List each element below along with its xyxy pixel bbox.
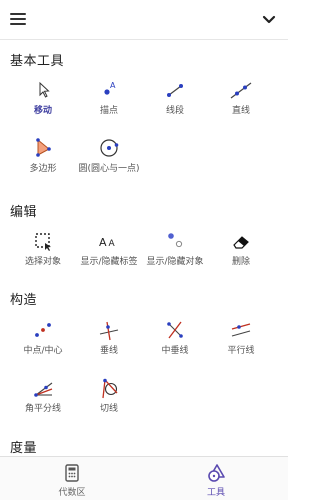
show-hide-label-icon: A A <box>99 236 116 249</box>
tab-label: 工具 <box>206 488 225 498</box>
tool-show-hide-label[interactable]: A A 显示/隐藏标签 <box>75 230 143 274</box>
show-hide-object-icon <box>168 233 183 248</box>
tool-select-objects[interactable]: 选择对象 <box>9 230 77 274</box>
chevron-down-icon[interactable] <box>260 11 278 29</box>
section-title-basic: 基本工具 <box>10 54 65 69</box>
tools-shapes-icon <box>208 464 225 482</box>
section-title-measure: 度量 <box>10 441 38 456</box>
bottom-tab-bar: 代数区 工具 <box>0 456 288 500</box>
perpendicular-bisector-icon <box>167 321 183 339</box>
tangent-icon <box>102 378 118 399</box>
tool-tangent[interactable]: 切线 <box>75 377 143 421</box>
tool-parallel[interactable]: 平行线 <box>207 319 275 363</box>
tool-label: 直线 <box>231 106 250 116</box>
svg-text:A: A <box>109 239 116 249</box>
tool-move[interactable]: 移动 <box>9 79 77 123</box>
polygon-icon <box>36 138 51 157</box>
tool-angle-bisector[interactable]: 角平分线 <box>9 377 77 421</box>
tool-label: 平行线 <box>227 346 255 356</box>
calculator-icon <box>65 464 79 482</box>
move-arrow-icon <box>39 81 50 98</box>
svg-text:A: A <box>99 236 107 249</box>
tool-perpendicular[interactable]: 垂线 <box>75 319 143 363</box>
tool-label: 删除 <box>231 257 250 267</box>
segment-icon <box>167 84 183 97</box>
svg-text:A: A <box>110 81 116 90</box>
section-title-edit: 编辑 <box>10 205 38 220</box>
tool-label: 圆(圆心与一点) <box>78 164 140 174</box>
line-icon <box>230 82 252 99</box>
tool-show-hide-object[interactable]: 显示/隐藏对象 <box>141 230 209 274</box>
tool-label: 切线 <box>99 404 118 414</box>
parallel-line-icon <box>231 323 251 337</box>
tools-panel[interactable]: 基本工具 移动 A 描点 线段 直线 多边形 圆(圆心与一点) 编辑 选择对象 … <box>0 41 288 456</box>
tool-line[interactable]: 直线 <box>207 79 275 123</box>
tool-delete[interactable]: 删除 <box>207 230 275 274</box>
point-icon: A <box>104 81 116 95</box>
select-rectangle-icon <box>35 233 51 251</box>
top-bar <box>0 0 288 40</box>
section-title-construct: 构造 <box>10 293 38 308</box>
eraser-icon <box>233 236 249 249</box>
tab-algebra[interactable]: 代数区 <box>0 457 144 500</box>
tool-perpendicular-bisector[interactable]: 中垂线 <box>141 319 209 363</box>
tool-midpoint[interactable]: 中点/中心 <box>9 319 77 363</box>
tool-polygon[interactable]: 多边形 <box>9 137 77 181</box>
hamburger-menu-icon[interactable] <box>10 11 28 27</box>
midpoint-icon <box>35 323 51 337</box>
tool-point[interactable]: A 描点 <box>75 79 143 123</box>
tab-label: 代数区 <box>58 488 86 498</box>
tool-segment[interactable]: 线段 <box>141 79 209 123</box>
perpendicular-line-icon <box>99 321 119 341</box>
circle-center-point-icon <box>100 139 119 157</box>
tool-circle-center-point[interactable]: 圆(圆心与一点) <box>75 137 143 181</box>
angle-bisector-icon <box>34 382 53 397</box>
tab-tools[interactable]: 工具 <box>144 457 288 500</box>
